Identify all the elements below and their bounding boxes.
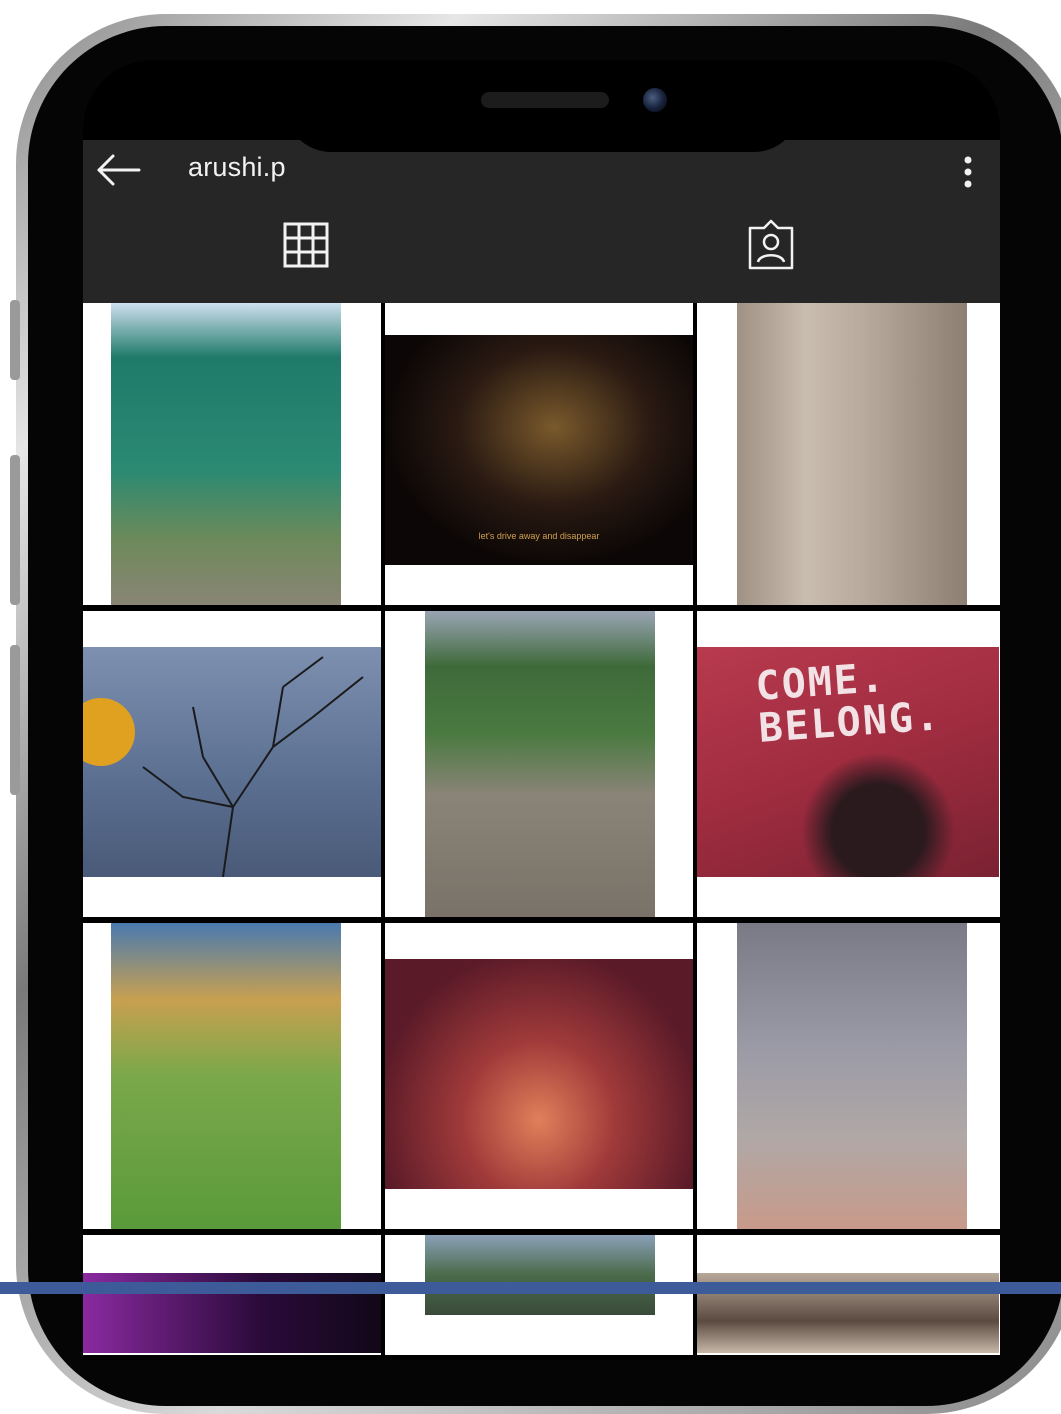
tagged-person-icon — [748, 219, 794, 270]
post-image: let's drive away and disappear — [385, 335, 693, 565]
post-caption: COME. BELONG. — [754, 654, 943, 752]
post-image — [385, 959, 693, 1189]
post-tile[interactable] — [697, 303, 1000, 605]
post-image — [737, 303, 967, 605]
post-tile[interactable] — [83, 1235, 381, 1355]
back-arrow-icon[interactable] — [95, 150, 143, 190]
post-image — [111, 303, 341, 605]
post-caption: let's drive away and disappear — [478, 531, 600, 541]
post-tile[interactable] — [385, 1235, 693, 1355]
post-tile[interactable] — [83, 923, 381, 1229]
post-tile[interactable]: COME. BELONG. — [697, 611, 1000, 917]
post-image — [83, 647, 381, 877]
tab-posts-grid[interactable] — [271, 210, 341, 280]
mute-switch — [10, 300, 20, 380]
profile-header: arushi.p — [83, 140, 1000, 303]
post-image: COME. BELONG. — [697, 647, 999, 877]
earpiece-speaker — [481, 92, 609, 108]
volume-up-button — [10, 455, 20, 605]
posts-grid: let's drive away and disappear COME. BEL… — [83, 303, 1000, 1360]
notch — [285, 60, 800, 152]
post-tile[interactable]: let's drive away and disappear — [385, 303, 693, 605]
accent-divider — [0, 1282, 1061, 1294]
tree-branches-graphic — [83, 656, 364, 877]
profile-username: arushi.p — [188, 152, 286, 182]
post-tile[interactable] — [385, 611, 693, 917]
more-vertical-icon[interactable] — [953, 150, 983, 194]
post-tile[interactable] — [83, 611, 381, 917]
post-tile[interactable] — [697, 923, 1000, 1229]
front-camera-icon — [643, 88, 667, 112]
post-tile[interactable] — [697, 1235, 1000, 1355]
post-image — [425, 611, 655, 917]
post-image — [111, 923, 341, 1229]
post-image — [425, 1235, 655, 1315]
volume-down-button — [10, 645, 20, 795]
grid-icon — [283, 222, 329, 268]
phone-screen: arushi.p let's drive away and disappear … — [83, 60, 1000, 1360]
tab-tagged[interactable] — [736, 210, 806, 280]
post-tile[interactable] — [83, 303, 381, 605]
post-tile[interactable] — [385, 923, 693, 1229]
post-image — [737, 923, 967, 1229]
